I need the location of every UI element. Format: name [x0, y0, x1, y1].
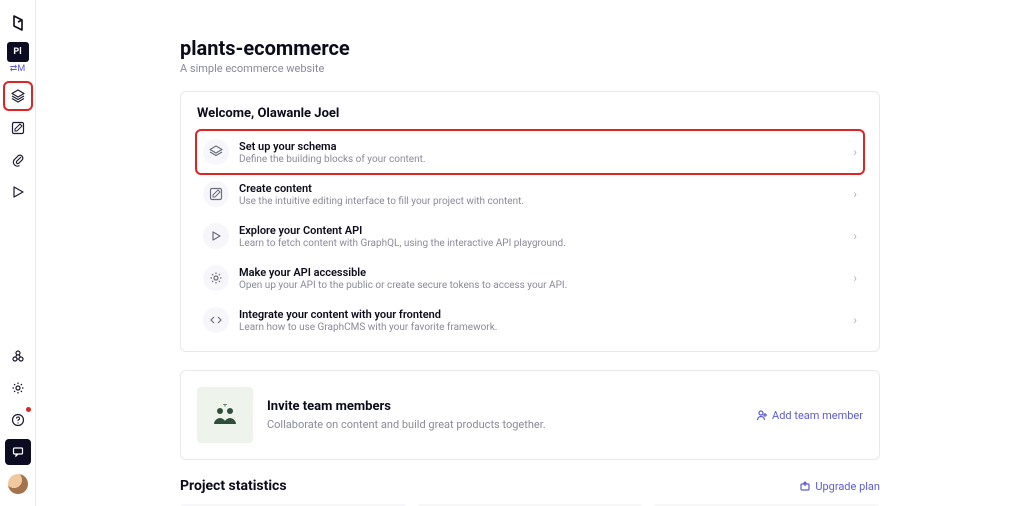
nav-help[interactable] — [5, 407, 31, 433]
chevron-right-icon: › — [853, 271, 857, 285]
nav-schema[interactable] — [5, 83, 31, 109]
help-icon — [11, 413, 25, 427]
project-badge[interactable]: Pl — [7, 42, 29, 62]
chevron-right-icon: › — [853, 313, 857, 327]
welcome-heading: Welcome, Olawanle Joel — [197, 106, 863, 121]
step-integrate-frontend[interactable]: Integrate your content with your fronten… — [197, 299, 863, 341]
step-title: Set up your schema — [239, 140, 853, 153]
logo-icon — [9, 14, 27, 32]
chevron-right-icon: › — [853, 187, 857, 201]
step-title: Make your API accessible — [239, 266, 853, 279]
step-explore-api[interactable]: Explore your Content API Learn to fetch … — [197, 215, 863, 257]
step-setup-schema[interactable]: Set up your schema Define the building b… — [197, 131, 863, 173]
step-desc: Learn to fetch content with GraphQL, usi… — [239, 238, 853, 249]
code-icon — [203, 307, 229, 333]
project-title: plants-ecommerce — [180, 36, 880, 60]
sidebar: Pl ⇄M — [0, 0, 36, 506]
main-content: plants-ecommerce A simple ecommerce webs… — [36, 0, 1024, 506]
upgrade-plan-link[interactable]: Upgrade plan — [799, 480, 880, 493]
gear-icon — [11, 381, 25, 395]
invite-card: + Invite team members Collaborate on con… — [180, 370, 880, 460]
user-avatar[interactable] — [8, 474, 28, 494]
upgrade-link-label: Upgrade plan — [815, 480, 880, 493]
step-desc: Learn how to use GraphCMS with your favo… — [239, 322, 853, 333]
invite-desc: Collaborate on content and build great p… — [267, 418, 546, 431]
team-icon: + — [197, 387, 253, 443]
project-switcher[interactable]: ⇄M — [10, 64, 25, 74]
chevron-right-icon: › — [853, 229, 857, 243]
chat-icon — [12, 446, 24, 458]
nav-feedback[interactable] — [5, 439, 31, 465]
step-desc: Use the intuitive editing interface to f… — [239, 196, 853, 207]
gear-icon — [203, 265, 229, 291]
edit-icon — [203, 181, 229, 207]
edit-icon — [11, 121, 25, 135]
step-create-content[interactable]: Create content Use the intuitive editing… — [197, 173, 863, 215]
nav-assets[interactable] — [5, 147, 31, 173]
invite-title: Invite team members — [267, 399, 546, 414]
stats-heading: Project statistics — [180, 478, 287, 494]
paperclip-icon — [11, 153, 25, 167]
nav-content[interactable] — [5, 115, 31, 141]
layers-icon — [11, 89, 25, 103]
invite-link-label: Add team member — [772, 409, 863, 422]
onboarding-card: Welcome, Olawanle Joel Set up your schem… — [180, 91, 880, 352]
webhook-icon — [11, 349, 25, 363]
step-title: Create content — [239, 182, 853, 195]
layers-icon — [203, 139, 229, 165]
play-icon — [203, 223, 229, 249]
step-title: Explore your Content API — [239, 224, 853, 237]
project-subtitle: A simple ecommerce website — [180, 62, 880, 75]
step-desc: Open up your API to the public or create… — [239, 280, 853, 291]
svg-text:+: + — [223, 404, 228, 409]
nav-settings[interactable] — [5, 375, 31, 401]
step-api-accessible[interactable]: Make your API accessible Open up your AP… — [197, 257, 863, 299]
chevron-right-icon: › — [853, 145, 857, 159]
add-team-member-link[interactable]: Add team member — [756, 409, 863, 422]
nav-webhooks[interactable] — [5, 343, 31, 369]
nav-playground[interactable] — [5, 179, 31, 205]
add-user-icon — [756, 409, 768, 421]
step-desc: Define the building blocks of your conte… — [239, 154, 853, 165]
upgrade-icon — [799, 480, 811, 492]
step-title: Integrate your content with your fronten… — [239, 308, 853, 321]
play-icon — [12, 186, 24, 198]
